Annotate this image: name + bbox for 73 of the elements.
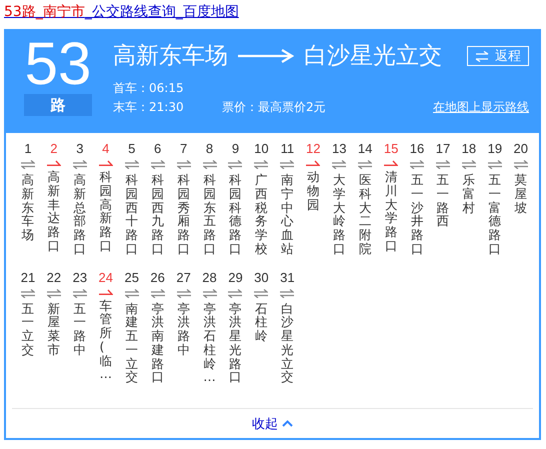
stop-number: 10 <box>254 141 269 157</box>
stop-number: 9 <box>232 141 240 157</box>
stop-name[interactable]: 高新丰达路口 <box>48 170 60 252</box>
stop-name[interactable]: 五一沙井路口 <box>410 173 424 256</box>
stop-name[interactable]: 亭洪星光路口 <box>229 302 242 384</box>
stop-name[interactable]: 南宁中心血站 <box>281 173 294 256</box>
stop-name[interactable]: 五一富德路口 <box>488 173 502 256</box>
stop-name[interactable]: 科园东五路口 <box>203 173 216 256</box>
stop-number: 14 <box>358 141 372 157</box>
route-suffix: 路 <box>24 94 92 116</box>
stop-name[interactable]: 乐富村 <box>462 173 476 214</box>
fare-text: 票价：最高票价2元 <box>222 99 326 116</box>
chevron-up-icon <box>282 420 293 427</box>
stop-name[interactable]: 高新总部路口 <box>74 173 86 256</box>
stop-number: 2 <box>50 141 58 157</box>
stop-name[interactable]: 医科大二附院 <box>358 173 372 256</box>
stop-number: 20 <box>514 141 528 157</box>
stop-name[interactable]: 科园秀厢路口 <box>177 173 190 256</box>
stop-name[interactable]: 五一路中 <box>74 302 86 356</box>
stop-name[interactable]: 亭洪南建路口 <box>151 302 164 384</box>
stop-number: 31 <box>280 270 295 286</box>
stop-name[interactable]: 白沙星光立交 <box>281 302 294 384</box>
stop-name[interactable]: 新屋菜市 <box>48 302 60 356</box>
stop-number: 1 <box>24 141 32 157</box>
stop-number: 6 <box>154 141 162 157</box>
stop-number: 16 <box>410 141 424 157</box>
stop-number: 11 <box>280 141 294 157</box>
stop-number: 15 <box>384 141 398 157</box>
stop-name[interactable]: 科园西九路口 <box>151 173 164 256</box>
stop-number: 27 <box>176 270 191 286</box>
first-bus-time: 首车：06:15 <box>113 80 184 97</box>
stop-number: 18 <box>462 141 476 157</box>
stop-name[interactable]: 科园西十路口 <box>125 173 138 256</box>
stop-number: 12 <box>306 141 321 157</box>
stop-name[interactable]: 南建五一立交 <box>125 302 138 384</box>
stop-number: 25 <box>124 270 139 286</box>
arrow-icon <box>238 49 294 63</box>
stop-name[interactable]: 五一立交 <box>22 302 34 356</box>
stop-name[interactable]: 清川大学路口 <box>384 170 398 252</box>
stop-name[interactable]: 亭洪石柱岭… <box>203 302 216 384</box>
stop-number: 3 <box>76 141 84 157</box>
stop-number: 23 <box>72 270 88 286</box>
stop-name[interactable]: 高新东车场 <box>22 173 34 242</box>
stop-number: 26 <box>150 270 165 286</box>
stop-number: 30 <box>254 270 269 286</box>
stop-number: 29 <box>228 270 243 286</box>
route-number: 53 <box>24 35 92 93</box>
stop-number: 24 <box>98 270 114 286</box>
stop-name[interactable]: 广西税务学校 <box>255 173 268 256</box>
stop-name[interactable]: 科园高新路口 <box>100 170 112 252</box>
stop-number: 8 <box>206 141 214 157</box>
stop-number: 28 <box>202 270 217 286</box>
last-bus-time: 末车：21:30 <box>113 99 185 116</box>
stop-name[interactable]: 大学大岭路口 <box>332 173 346 256</box>
stop-name[interactable]: 科园科德路口 <box>229 173 242 256</box>
stop-number: 7 <box>180 141 188 157</box>
swap-icon <box>475 50 489 62</box>
stop-number: 5 <box>128 141 136 157</box>
stop-name[interactable]: 动物园 <box>307 170 320 212</box>
stop-number: 13 <box>332 141 346 157</box>
origin-stop: 高新东车场 <box>113 42 228 70</box>
stop-number: 17 <box>436 141 450 157</box>
stop-number: 22 <box>46 270 62 286</box>
stop-name[interactable]: 亭洪路中 <box>177 302 190 356</box>
stop-name[interactable]: 莫屋坡 <box>514 173 528 214</box>
stop-name[interactable]: 五一路西 <box>436 173 450 228</box>
destination-stop: 白沙星光立交 <box>304 42 442 70</box>
stop-number: 4 <box>102 141 110 157</box>
stop-number: 19 <box>488 141 502 157</box>
stop-name[interactable]: 车管所(临… <box>100 298 112 381</box>
stop-number: 21 <box>20 270 36 286</box>
collapse-link[interactable]: 收起 <box>252 414 293 432</box>
stop-name[interactable]: 石柱岭 <box>255 302 268 343</box>
